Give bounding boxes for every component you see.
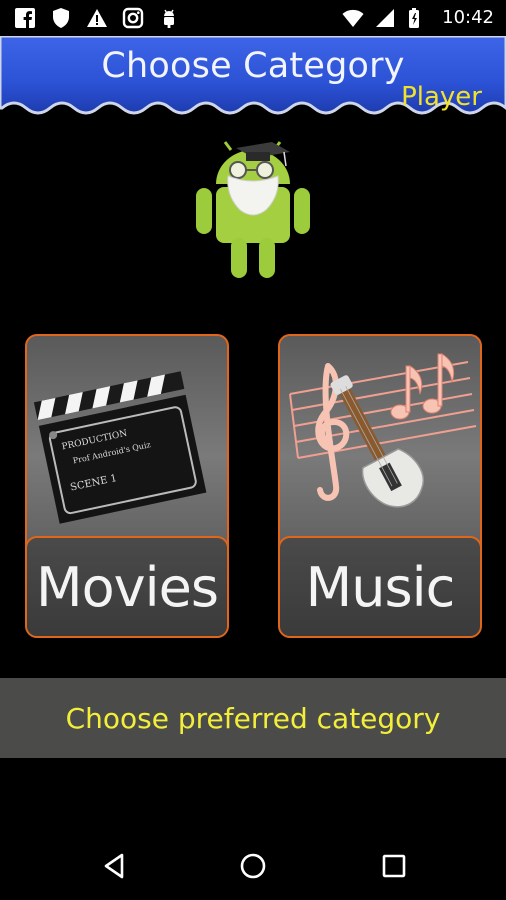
music-label: Music bbox=[305, 556, 456, 619]
music-category-button[interactable]: Music bbox=[278, 334, 482, 638]
music-label-box: Music bbox=[280, 536, 480, 636]
instruction-bar: Choose preferred category bbox=[0, 678, 506, 758]
status-clock: 10:42 bbox=[442, 7, 494, 28]
back-icon[interactable] bbox=[98, 850, 130, 882]
system-icons: 10:42 bbox=[342, 7, 494, 29]
notification-icons bbox=[14, 7, 180, 29]
wifi-icon bbox=[342, 9, 364, 27]
movies-category-button[interactable]: PRODUCTION Prof Android's Quiz SCENE 1 M… bbox=[25, 334, 229, 638]
header-banner: Choose Category Player bbox=[0, 36, 506, 130]
instruction-text: Choose preferred category bbox=[65, 702, 441, 735]
facebook-icon bbox=[15, 8, 35, 28]
android-professor-icon bbox=[196, 141, 310, 278]
android-debug-icon bbox=[164, 9, 174, 28]
clapperboard-icon: PRODUCTION Prof Android's Quiz SCENE 1 bbox=[33, 371, 207, 524]
status-bar: 10:42 bbox=[0, 0, 506, 36]
movies-label: Movies bbox=[36, 556, 219, 619]
warning-icon bbox=[87, 9, 107, 27]
home-icon[interactable] bbox=[237, 850, 269, 882]
instagram-icon bbox=[122, 7, 144, 29]
page-title: Choose Category bbox=[101, 46, 405, 86]
shield-icon bbox=[53, 8, 69, 28]
navigation-bar bbox=[0, 830, 506, 900]
music-notes-guitar-icon bbox=[289, 353, 477, 508]
player-label: Player bbox=[401, 82, 482, 112]
movies-label-box: Movies bbox=[27, 536, 227, 636]
battery-icon bbox=[409, 8, 420, 28]
cell-signal-icon bbox=[376, 9, 395, 27]
recents-icon[interactable] bbox=[378, 850, 410, 882]
